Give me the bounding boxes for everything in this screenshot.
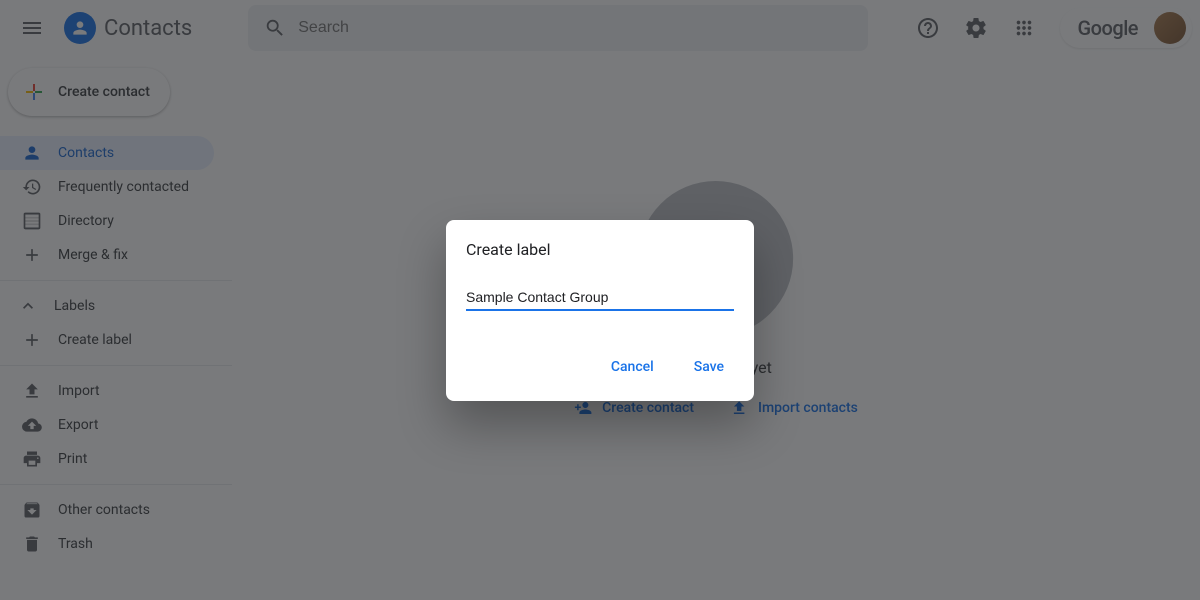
dialog-title: Create label — [466, 240, 734, 259]
label-name-input[interactable] — [466, 289, 734, 311]
save-button[interactable]: Save — [684, 351, 734, 383]
create-label-dialog: Create label Cancel Save — [446, 220, 754, 401]
cancel-button[interactable]: Cancel — [601, 351, 664, 383]
